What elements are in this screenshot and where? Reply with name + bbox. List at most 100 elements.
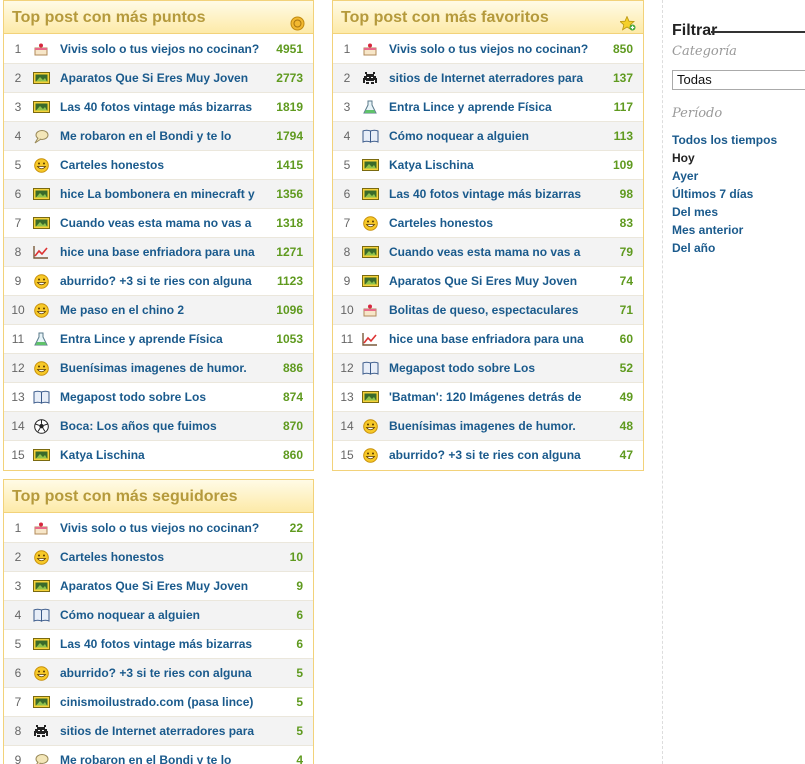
image-icon	[32, 448, 50, 463]
post-title-link[interactable]: Carteles honestos	[60, 550, 263, 564]
coin-icon	[290, 10, 305, 31]
rank-number: 7	[14, 216, 22, 230]
rank-number: 6	[14, 666, 22, 680]
post-title-link[interactable]: Vivis solo o tus viejos no cocinan?	[60, 42, 263, 56]
rank-number: 3	[14, 579, 22, 593]
post-title-link[interactable]: 'Batman': 120 Imágenes detrás de	[389, 390, 593, 404]
post-title-link[interactable]: cinismoilustrado.com (pasa lince)	[60, 695, 263, 709]
post-row: 8 sitios de Internet aterradores para 5	[4, 716, 313, 745]
post-title-link[interactable]: aburrido? +3 si te ries con alguna	[60, 666, 263, 680]
post-title-link[interactable]: Cómo noquear a alguien	[60, 608, 263, 622]
image-icon	[361, 390, 379, 405]
post-score: 79	[619, 245, 633, 259]
post-title-link[interactable]: Cómo noquear a alguien	[389, 129, 593, 143]
post-title-link[interactable]: aburrido? +3 si te ries con alguna	[389, 448, 593, 462]
period-link[interactable]: Hoy	[672, 151, 695, 165]
post-title-link[interactable]: Me robaron en el Bondi y te lo	[60, 129, 263, 143]
chart-icon	[361, 332, 379, 347]
post-title-link[interactable]: Buenísimas imagenes de humor.	[60, 361, 263, 375]
post-title-link[interactable]: Buenísimas imagenes de humor.	[389, 419, 593, 433]
post-title-link[interactable]: Megapost todo sobre Los	[389, 361, 593, 375]
post-row: 11 hice una base enfriadora para una 60	[333, 324, 643, 353]
post-title-link[interactable]: Boca: Los años que fuimos	[60, 419, 263, 433]
smiley-icon	[32, 273, 50, 289]
period-link[interactable]: Del mes	[672, 205, 718, 219]
rank-number: 7	[343, 216, 351, 230]
post-title-link[interactable]: Katya Lischina	[389, 158, 593, 172]
rank-number: 8	[14, 245, 22, 259]
cake-icon	[361, 303, 379, 318]
post-score: 2773	[276, 71, 303, 85]
post-title-link[interactable]: Las 40 fotos vintage más bizarras	[389, 187, 593, 201]
rank-number: 10	[11, 303, 25, 317]
post-title-link[interactable]: Cuando veas esta mama no vas a	[389, 245, 593, 259]
post-title-link[interactable]: hice una base enfriadora para una	[60, 245, 263, 259]
period-link[interactable]: Ayer	[672, 169, 698, 183]
book-icon	[32, 608, 50, 623]
post-title-link[interactable]: Vivis solo o tus viejos no cocinan?	[389, 42, 593, 56]
post-title-link[interactable]: Carteles honestos	[60, 158, 263, 172]
rank-number: 3	[343, 100, 351, 114]
post-title-link[interactable]: Me robaron en el Bondi y te lo	[60, 753, 263, 764]
post-row: 3 Entra Lince y aprende Física 117	[333, 92, 643, 121]
post-title-link[interactable]: Aparatos Que Si Eres Muy Joven	[60, 71, 263, 85]
rank-number: 1	[14, 41, 22, 56]
period-link[interactable]: Últimos 7 días	[672, 187, 753, 201]
rank-number: 4	[14, 129, 22, 143]
post-row: 15 Katya Lischina 860	[4, 440, 313, 469]
post-title-link[interactable]: Carteles honestos	[389, 216, 593, 230]
book-icon	[361, 361, 379, 376]
post-title-link[interactable]: sitios de Internet aterradores para	[60, 724, 263, 738]
post-score: 1415	[276, 158, 303, 172]
post-title-link[interactable]: Cuando veas esta mama no vas a	[60, 216, 263, 230]
post-score: 49	[619, 390, 633, 404]
post-title-link[interactable]: Megapost todo sobre Los	[60, 390, 263, 404]
post-row: 13 Megapost todo sobre Los 874	[4, 382, 313, 411]
post-row: 2 Aparatos Que Si Eres Muy Joven 2773	[4, 63, 313, 92]
image-icon	[32, 695, 50, 710]
post-title-link[interactable]: Katya Lischina	[60, 448, 263, 462]
rank-number: 6	[343, 187, 351, 201]
period-link[interactable]: Todos los tiempos	[672, 133, 777, 147]
category-select[interactable]: Todas	[672, 70, 805, 90]
post-row: 3 Las 40 fotos vintage más bizarras 1819	[4, 92, 313, 121]
post-row: 2 sitios de Internet aterradores para 137	[333, 63, 643, 92]
rank-number: 12	[11, 361, 25, 375]
post-title-link[interactable]: Las 40 fotos vintage más bizarras	[60, 637, 263, 651]
post-score: 117	[613, 100, 633, 114]
title-divider	[711, 31, 805, 33]
post-title-link[interactable]: Aparatos Que Si Eres Muy Joven	[60, 579, 263, 593]
post-title-link[interactable]: aburrido? +3 si te ries con alguna	[60, 274, 263, 288]
smiley-icon	[32, 360, 50, 376]
smiley-icon	[361, 447, 379, 463]
post-title-link[interactable]: Entra Lince y aprende Física	[60, 332, 263, 346]
period-link[interactable]: Del año	[672, 241, 715, 255]
cake-icon	[32, 41, 50, 56]
post-title-link[interactable]: hice La bombonera en minecraft y	[60, 187, 263, 201]
image-icon	[32, 579, 50, 594]
post-title-link[interactable]: Entra Lince y aprende Física	[389, 100, 593, 114]
rank-number: 9	[343, 274, 351, 288]
smiley-icon	[361, 215, 379, 231]
period-link[interactable]: Mes anterior	[672, 223, 743, 237]
box-title: Top post con más puntos	[12, 9, 206, 26]
post-score: 860	[282, 448, 303, 462]
post-title-link[interactable]: Vivis solo o tus viejos no cocinan?	[60, 521, 263, 535]
post-score: 5	[296, 724, 303, 738]
image-icon	[361, 274, 379, 289]
image-icon	[361, 158, 379, 173]
rank-number: 3	[14, 100, 22, 114]
speech-icon	[32, 129, 50, 144]
rank-number: 2	[14, 550, 22, 564]
post-title-link[interactable]: hice una base enfriadora para una	[389, 332, 593, 346]
post-title-link[interactable]: sitios de Internet aterradores para	[389, 71, 593, 85]
rank-number: 9	[14, 753, 22, 764]
rank-number: 11	[11, 332, 25, 346]
post-score: 1096	[276, 303, 303, 317]
post-list: 1 Vivis solo o tus viejos no cocinan? 4951…	[4, 34, 313, 469]
post-title-link[interactable]: Aparatos Que Si Eres Muy Joven	[389, 274, 593, 288]
post-row: 4 Cómo noquear a alguien 6	[4, 600, 313, 629]
post-title-link[interactable]: Bolitas de queso, espectaculares	[389, 303, 593, 317]
post-title-link[interactable]: Me paso en el chino 2	[60, 303, 263, 317]
post-title-link[interactable]: Las 40 fotos vintage más bizarras	[60, 100, 263, 114]
